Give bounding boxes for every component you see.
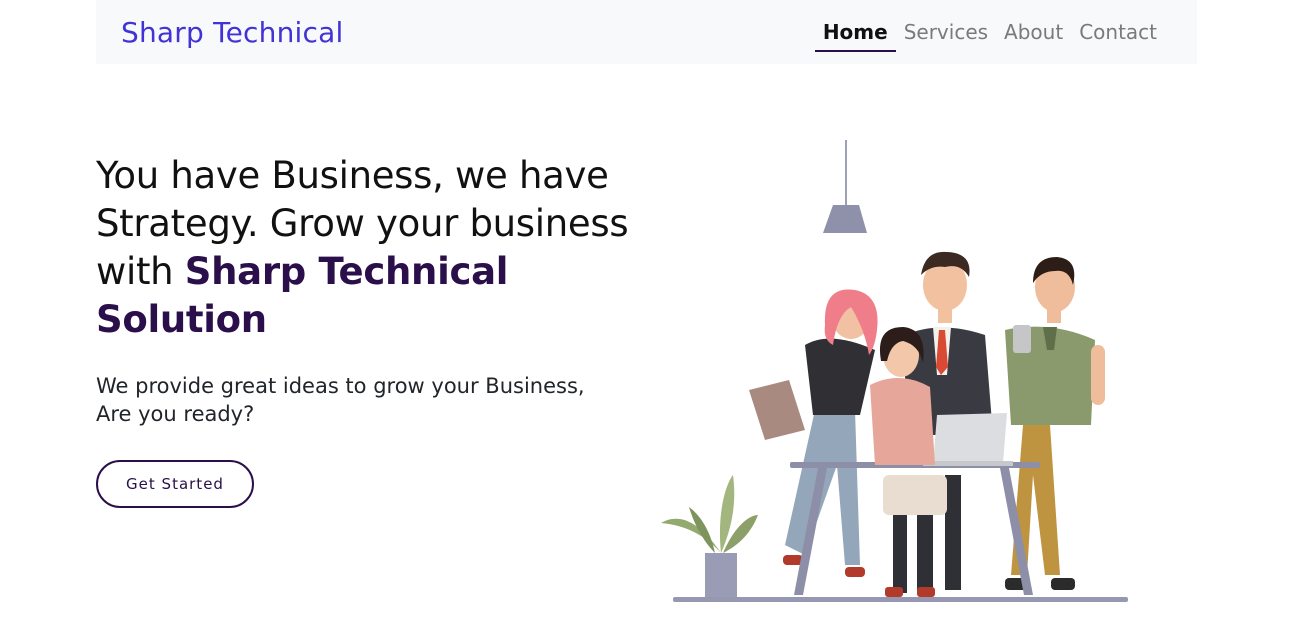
- pendant-lamp-icon: [823, 140, 867, 233]
- navbar: Sharp Technical Home Services About Cont…: [96, 0, 1197, 64]
- nav-links: Home Services About Contact: [814, 0, 1173, 64]
- hero-subheadline: We provide great ideas to grow your Busi…: [96, 374, 585, 426]
- team-working-illustration: [661, 140, 1128, 602]
- plant-icon: [661, 475, 758, 597]
- nav-home[interactable]: Home: [814, 0, 896, 64]
- nav-contact[interactable]: Contact: [1071, 0, 1165, 64]
- nav-services[interactable]: Services: [896, 0, 996, 64]
- get-started-button[interactable]: Get Started: [96, 460, 254, 508]
- brand-logo[interactable]: Sharp Technical: [121, 16, 343, 49]
- nav-about[interactable]: About: [996, 0, 1071, 64]
- hero-headline: You have Business, we have Strategy. Gro…: [96, 152, 656, 344]
- floor-line: [673, 597, 1128, 602]
- hero-section: You have Business, we have Strategy. Gro…: [96, 152, 656, 508]
